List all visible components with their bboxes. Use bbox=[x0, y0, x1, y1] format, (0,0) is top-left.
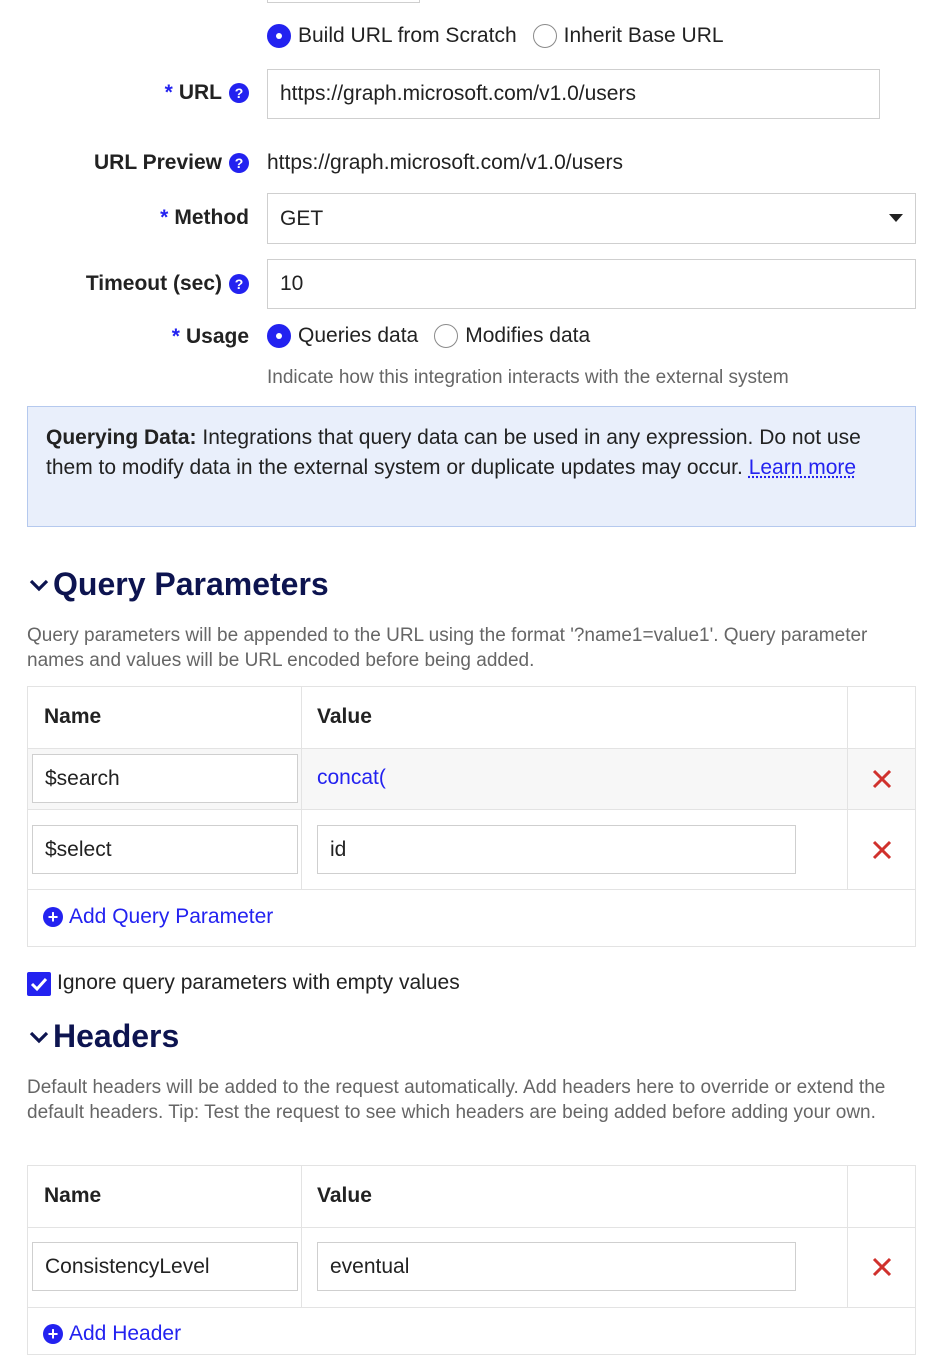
param-value-expression-link[interactable]: concat( bbox=[317, 766, 386, 790]
header-value-value: eventual bbox=[330, 1254, 410, 1278]
method-select-value: GET bbox=[280, 206, 324, 230]
url-label: URL bbox=[178, 81, 222, 104]
caret-down-icon bbox=[889, 214, 903, 222]
delete-icon[interactable] bbox=[871, 1256, 893, 1278]
help-icon[interactable]: ? bbox=[229, 83, 249, 103]
url-label-row: * URL ? bbox=[165, 81, 249, 105]
url-input-value: https://graph.microsoft.com/v1.0/users bbox=[280, 82, 636, 105]
add-query-parameter-button[interactable]: + Add Query Parameter bbox=[43, 905, 273, 929]
headers-title: Headers bbox=[53, 1018, 180, 1054]
required-asterisk: * bbox=[164, 81, 173, 104]
usage-hint: Indicate how this integration interacts … bbox=[267, 367, 789, 388]
required-asterisk: * bbox=[160, 206, 169, 229]
help-icon[interactable]: ? bbox=[229, 274, 249, 294]
build-url-label: Build URL from Scratch bbox=[298, 24, 517, 47]
param-name-input[interactable]: $search bbox=[32, 754, 298, 803]
param-name-input[interactable]: $select bbox=[32, 825, 298, 874]
info-title: Querying Data: bbox=[46, 426, 197, 449]
headers-description: Default headers will be added to the req… bbox=[27, 1077, 886, 1123]
checkmark-icon bbox=[30, 977, 48, 992]
timeout-label: Timeout (sec) bbox=[85, 272, 222, 295]
help-icon[interactable]: ? bbox=[229, 153, 249, 173]
column-header-name: Name bbox=[44, 705, 102, 728]
learn-more-link[interactable]: Learn more bbox=[749, 456, 856, 479]
param-value-input[interactable]: id bbox=[317, 825, 796, 874]
usage-label-row: * Usage bbox=[172, 325, 249, 349]
add-header-button[interactable]: + Add Header bbox=[43, 1322, 181, 1346]
delete-icon[interactable] bbox=[871, 839, 893, 861]
headers-table: Name Value ConsistencyLevel eventual + A… bbox=[27, 1165, 916, 1355]
timeout-label-row: Timeout (sec) ? bbox=[86, 272, 249, 296]
column-header-value: Value bbox=[317, 1184, 372, 1207]
header-value-input[interactable]: eventual bbox=[317, 1242, 796, 1291]
timeout-input[interactable]: 10 bbox=[267, 259, 916, 309]
url-preview-label-row: URL Preview ? bbox=[94, 151, 249, 175]
column-header-name: Name bbox=[44, 1184, 102, 1207]
param-name-value: $search bbox=[45, 766, 120, 790]
add-query-parameter-label: Add Query Parameter bbox=[69, 905, 274, 928]
ignore-empty-label: Ignore query parameters with empty value… bbox=[57, 971, 460, 994]
modifies-data-radio[interactable] bbox=[434, 324, 459, 348]
modifies-data-label: Modifies data bbox=[465, 324, 591, 347]
param-value-value: id bbox=[330, 837, 347, 861]
method-select[interactable]: GET bbox=[267, 193, 916, 244]
query-parameters-heading[interactable]: Query Parameters bbox=[27, 566, 329, 603]
query-parameters-table: Name Value $search concat( $select id + … bbox=[27, 686, 916, 947]
chevron-down-icon bbox=[29, 1031, 49, 1043]
method-label-row: * Method bbox=[160, 206, 249, 230]
query-parameters-title: Query Parameters bbox=[53, 566, 329, 602]
url-preview-label: URL Preview bbox=[94, 151, 222, 174]
plus-circle-icon: + bbox=[43, 1324, 63, 1344]
headers-heading[interactable]: Headers bbox=[27, 1018, 179, 1055]
build-url-radio[interactable] bbox=[267, 24, 291, 48]
top-partial-field bbox=[267, 0, 420, 3]
url-input[interactable]: https://graph.microsoft.com/v1.0/users bbox=[267, 69, 880, 119]
timeout-input-value: 10 bbox=[280, 272, 304, 295]
querying-data-info-box: Querying Data: Integrations that query d… bbox=[27, 406, 916, 527]
method-label: Method bbox=[174, 206, 249, 229]
header-name-input[interactable]: ConsistencyLevel bbox=[32, 1242, 298, 1291]
usage-label: Usage bbox=[185, 325, 249, 348]
add-header-label: Add Header bbox=[69, 1322, 182, 1345]
url-preview-value: https://graph.microsoft.com/v1.0/users bbox=[267, 151, 623, 174]
header-name-value: ConsistencyLevel bbox=[45, 1254, 210, 1278]
inherit-base-url-label: Inherit Base URL bbox=[563, 24, 724, 47]
usage-radio-group: Queries data Modifies data bbox=[267, 324, 606, 348]
delete-icon[interactable] bbox=[871, 768, 893, 790]
url-mode-radio-group: Build URL from Scratch Inherit Base URL bbox=[267, 24, 740, 48]
chevron-down-icon bbox=[29, 579, 49, 591]
inherit-base-url-radio[interactable] bbox=[532, 24, 557, 48]
param-name-value: $select bbox=[45, 837, 112, 861]
column-header-value: Value bbox=[317, 705, 372, 728]
required-asterisk: * bbox=[171, 325, 180, 348]
plus-circle-icon: + bbox=[43, 907, 63, 927]
ignore-empty-checkbox[interactable] bbox=[27, 972, 51, 996]
queries-data-radio[interactable] bbox=[267, 324, 291, 348]
query-parameters-description: Query parameters will be appended to the… bbox=[27, 625, 868, 671]
queries-data-label: Queries data bbox=[298, 324, 419, 347]
